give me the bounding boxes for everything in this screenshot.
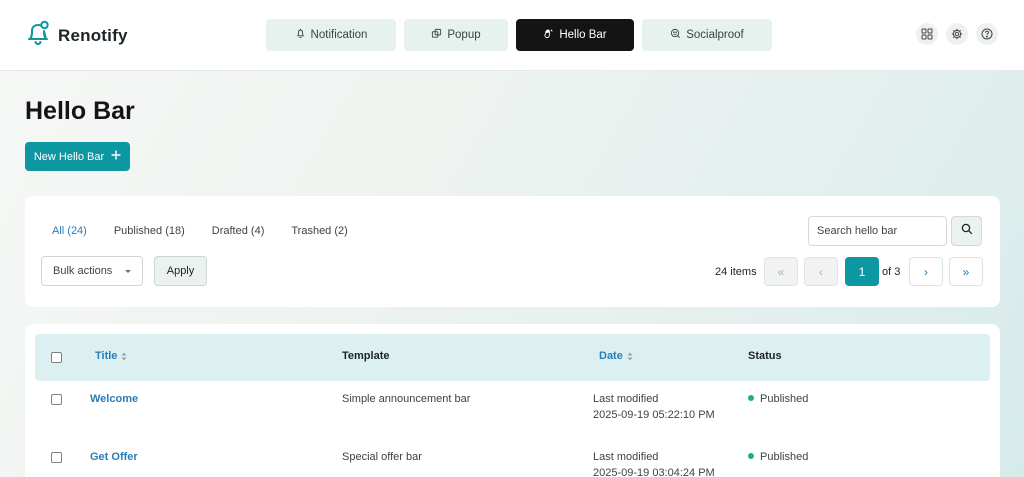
row-date-label: Last modified xyxy=(593,393,659,405)
hello-bar-table: Title Template Date Status Welcome Simpl… xyxy=(25,324,1000,477)
status-dot xyxy=(748,453,754,460)
filter-trashed-link[interactable]: Trashed (2) xyxy=(291,225,347,237)
row-date-label: Last modified xyxy=(593,451,659,463)
select-all-checkbox[interactable] xyxy=(51,352,62,363)
sort-icon xyxy=(121,352,127,360)
brand-name: Renotify xyxy=(58,25,128,45)
help-icon[interactable] xyxy=(976,23,998,45)
popup-icon xyxy=(431,28,442,42)
status-label: Published xyxy=(760,451,809,463)
search-icon xyxy=(961,222,973,240)
filter-toolbar: All (24) Published (18) Drafted (4) Tras… xyxy=(25,196,1000,307)
sort-icon xyxy=(627,352,633,360)
tab-socialproof[interactable]: Socialproof xyxy=(642,19,772,51)
brand[interactable]: Renotify xyxy=(26,20,128,51)
row-template: Simple announcement bar xyxy=(342,393,471,405)
main-tabs: Notification Popup Hello Bar Socialproof xyxy=(266,19,772,51)
last-page-button[interactable]: » xyxy=(949,257,983,286)
column-date[interactable]: Date xyxy=(599,350,633,362)
row-title-link[interactable]: Get Offer xyxy=(90,450,138,465)
status-dot xyxy=(748,395,754,402)
filter-all-link[interactable]: All (24) xyxy=(52,225,87,237)
chevron-down-icon xyxy=(125,270,131,273)
first-page-button[interactable]: « xyxy=(764,257,798,286)
tab-label: Socialproof xyxy=(686,29,744,41)
current-page-indicator[interactable]: 1 xyxy=(845,257,879,286)
total-pages: of 3 xyxy=(882,266,901,278)
status-badge: Published xyxy=(748,392,808,407)
row-date: 2025-09-19 03:04:24 PM xyxy=(593,467,715,477)
filter-published-link[interactable]: Published (18) xyxy=(114,225,185,237)
bell-icon xyxy=(26,20,50,51)
column-status: Status xyxy=(748,350,782,362)
search-button[interactable] xyxy=(951,216,982,246)
column-title[interactable]: Title xyxy=(95,350,127,362)
table-header: Title Template Date Status xyxy=(35,334,990,381)
status-filter-links: All (24) Published (18) Drafted (4) Tras… xyxy=(52,225,348,237)
top-right-icons xyxy=(916,23,998,45)
top-navigation-bar: Renotify Notification Popup Hello Bar So… xyxy=(0,0,1024,71)
tab-label: Hello Bar xyxy=(559,29,607,41)
tab-popup[interactable]: Popup xyxy=(404,19,508,51)
new-hello-bar-button[interactable]: New Hello Bar xyxy=(25,142,130,171)
row-checkbox[interactable] xyxy=(51,452,62,463)
column-title-label: Title xyxy=(95,350,118,362)
tab-label: Notification xyxy=(310,29,368,41)
row-template: Special offer bar xyxy=(342,451,422,463)
bulk-actions-select[interactable]: Bulk actions xyxy=(41,256,143,286)
apply-button[interactable]: Apply xyxy=(154,256,207,286)
page-title: Hello Bar xyxy=(25,97,135,125)
row-title-link[interactable]: Welcome xyxy=(90,392,138,407)
column-date-label: Date xyxy=(599,350,623,362)
bulk-actions-label: Bulk actions xyxy=(53,265,113,277)
tab-hello-bar[interactable]: Hello Bar xyxy=(516,19,634,51)
apps-grid-icon[interactable] xyxy=(916,23,938,45)
prev-page-button[interactable]: ‹ xyxy=(804,257,838,286)
button-label: New Hello Bar xyxy=(33,150,105,163)
socialproof-icon xyxy=(670,28,681,42)
row-date: 2025-09-19 05:22:10 PM xyxy=(593,409,715,421)
search-input[interactable]: Search hello bar xyxy=(808,216,947,246)
tab-notification[interactable]: Notification xyxy=(266,19,396,51)
plus-icon xyxy=(111,150,121,163)
items-count: 24 items xyxy=(715,266,757,278)
gear-icon[interactable] xyxy=(946,23,968,45)
bell-icon xyxy=(295,28,306,42)
filter-drafted-link[interactable]: Drafted (4) xyxy=(212,225,265,237)
next-page-button[interactable]: › xyxy=(909,257,943,286)
status-badge: Published xyxy=(748,450,808,465)
column-template: Template xyxy=(342,350,390,362)
hand-wave-icon xyxy=(543,28,554,42)
tab-label: Popup xyxy=(447,29,481,41)
row-checkbox[interactable] xyxy=(51,394,62,405)
status-label: Published xyxy=(760,393,809,405)
